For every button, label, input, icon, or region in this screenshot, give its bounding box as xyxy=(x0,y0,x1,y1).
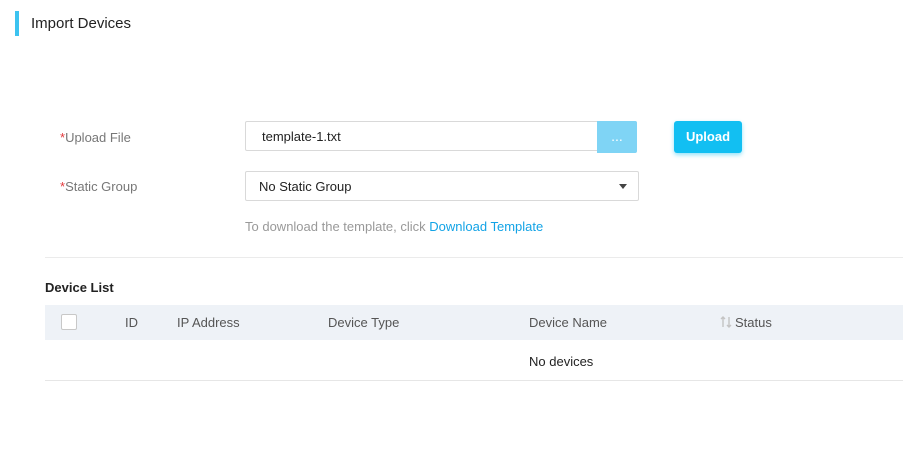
static-group-selected: No Static Group xyxy=(259,179,352,194)
section-divider xyxy=(45,257,903,258)
select-all-checkbox[interactable] xyxy=(61,314,77,330)
sort-icon[interactable] xyxy=(719,315,733,329)
upload-file-label-text: Upload File xyxy=(65,130,131,145)
device-table-empty-row: No devices xyxy=(45,340,903,381)
download-template-link[interactable]: Download Template xyxy=(429,219,543,234)
column-header-id: ID xyxy=(125,315,138,330)
device-list-title: Device List xyxy=(45,280,114,295)
browse-file-button[interactable]: ... xyxy=(597,121,637,153)
page-header: Import Devices xyxy=(15,11,131,36)
static-group-select[interactable]: No Static Group xyxy=(245,171,639,201)
column-header-device-type: Device Type xyxy=(328,315,400,330)
column-header-device-name: Device Name xyxy=(529,315,608,330)
empty-message: No devices xyxy=(529,354,594,369)
upload-file-value: template-1.txt xyxy=(262,129,341,144)
page-title: Import Devices xyxy=(31,15,132,32)
title-accent-bar xyxy=(15,11,19,36)
device-table-header: ID IP Address Device Type Device Name St… xyxy=(45,305,903,340)
hint-text: To download the template, click xyxy=(245,219,430,234)
static-group-label: *Static Group xyxy=(60,179,137,194)
upload-button[interactable]: Upload xyxy=(674,121,742,153)
caret-down-icon xyxy=(619,184,627,189)
column-header-ip-address: IP Address xyxy=(177,315,240,330)
download-template-hint: To download the template, click Download… xyxy=(245,219,543,234)
upload-file-input[interactable]: template-1.txt ... xyxy=(245,121,637,153)
upload-file-label: *Upload File xyxy=(60,130,131,145)
column-header-status: Status xyxy=(735,315,772,330)
static-group-label-text: Static Group xyxy=(65,179,138,194)
